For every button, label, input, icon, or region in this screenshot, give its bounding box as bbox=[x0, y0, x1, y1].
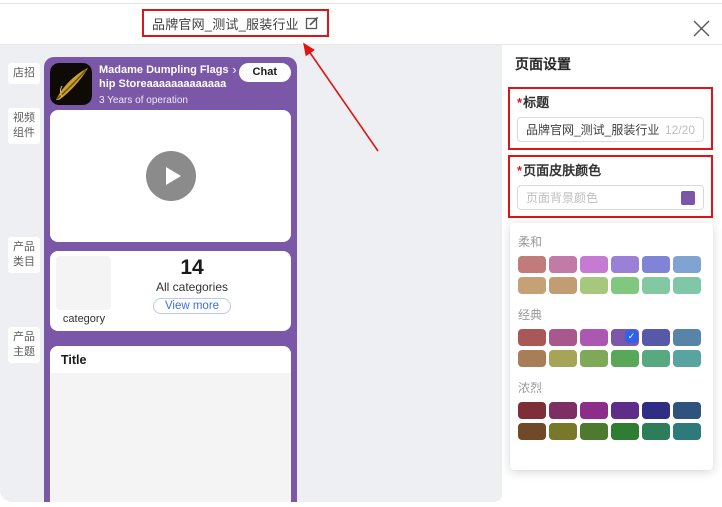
color-swatch[interactable] bbox=[611, 277, 639, 294]
color-swatch[interactable]: ✓ bbox=[611, 329, 639, 346]
component-label-product-category: 产品 类目 bbox=[8, 237, 40, 273]
color-swatch[interactable] bbox=[642, 423, 670, 440]
color-swatch[interactable] bbox=[518, 277, 546, 294]
chat-button[interactable]: Chat bbox=[239, 63, 291, 82]
store-subtitle: 3 Years of operation bbox=[99, 95, 291, 106]
settings-heading: 页面设置 bbox=[515, 54, 709, 74]
color-swatch[interactable] bbox=[518, 402, 546, 419]
color-swatch[interactable] bbox=[549, 423, 577, 440]
store-header: Madame Dumpling Flagship Storeaaaaaaaaaa… bbox=[50, 62, 291, 110]
label-line: 主题 bbox=[13, 345, 35, 360]
color-swatch[interactable] bbox=[549, 402, 577, 419]
store-logo bbox=[50, 63, 92, 105]
skin-color-label: *页面皮肤颜色 bbox=[517, 160, 704, 179]
page-title-annotation-box: 品牌官网_测试_服装行业 bbox=[142, 9, 329, 37]
color-swatch[interactable] bbox=[549, 350, 577, 367]
check-icon: ✓ bbox=[625, 330, 638, 343]
title-field-annotation-box: *标题 品牌官网_测试_服装行业 12/20 bbox=[508, 87, 713, 150]
title-input[interactable]: 品牌官网_测试_服装行业 12/20 bbox=[517, 117, 704, 142]
label-line: 组件 bbox=[13, 126, 35, 141]
color-swatch[interactable] bbox=[673, 423, 701, 440]
color-swatch[interactable] bbox=[642, 256, 670, 273]
palette-section-label: 经典 bbox=[518, 294, 707, 323]
view-more-button[interactable]: View more bbox=[153, 298, 231, 314]
char-counter: 12/20 bbox=[665, 123, 695, 137]
skin-color-label-text: 页面皮肤颜色 bbox=[523, 163, 601, 178]
color-swatch[interactable] bbox=[673, 402, 701, 419]
settings-panel: 页面设置 *标题 品牌官网_测试_服装行业 12/20 *页面皮肤颜色 页面背景… bbox=[502, 45, 722, 507]
color-swatch[interactable] bbox=[642, 277, 670, 294]
color-swatch[interactable] bbox=[549, 329, 577, 346]
dialog-header: 品牌官网_测试_服装行业 bbox=[0, 4, 722, 45]
label-line: 视频 bbox=[13, 111, 35, 126]
color-swatch[interactable] bbox=[580, 423, 608, 440]
theme-title: Title bbox=[50, 346, 291, 373]
color-swatch[interactable] bbox=[518, 256, 546, 273]
component-label-product-theme: 产品 主题 bbox=[8, 327, 40, 363]
color-swatch[interactable] bbox=[580, 256, 608, 273]
color-swatch[interactable] bbox=[518, 350, 546, 367]
close-icon[interactable] bbox=[690, 17, 712, 39]
color-swatch[interactable] bbox=[518, 329, 546, 346]
page-title: 品牌官网_测试_服装行业 bbox=[152, 14, 299, 33]
color-swatch[interactable] bbox=[642, 350, 670, 367]
color-swatch[interactable] bbox=[673, 277, 701, 294]
play-triangle bbox=[166, 167, 181, 185]
color-swatch[interactable] bbox=[673, 329, 701, 346]
label-line: 类目 bbox=[13, 255, 35, 270]
label-line: 店招 bbox=[13, 66, 35, 81]
page-settings-dialog: 品牌官网_测试_服装行业 店招 视频 组件 产品 类目 bbox=[0, 0, 722, 507]
skin-color-input[interactable]: 页面背景颜色 bbox=[517, 185, 704, 210]
palette-grid bbox=[518, 256, 707, 294]
phone-preview: Madame Dumpling Flagship Storeaaaaaaaaaa… bbox=[44, 57, 297, 502]
title-input-value: 品牌官网_测试_服装行业 bbox=[526, 121, 665, 138]
play-icon[interactable] bbox=[146, 151, 196, 201]
color-swatch[interactable] bbox=[673, 256, 701, 273]
color-swatch[interactable] bbox=[611, 350, 639, 367]
color-swatch[interactable] bbox=[611, 402, 639, 419]
video-component bbox=[50, 110, 291, 242]
palette-grid bbox=[518, 402, 707, 440]
product-theme-component: Title bbox=[50, 346, 291, 502]
store-name: Madame Dumpling Flagship Storeaaaaaaaaaa… bbox=[99, 63, 230, 92]
required-asterisk: * bbox=[517, 163, 522, 178]
all-categories-label: All categories bbox=[156, 280, 228, 294]
label-line: 产品 bbox=[13, 330, 35, 345]
edit-icon[interactable] bbox=[305, 16, 319, 30]
palette-section-label: 浓烈 bbox=[518, 367, 707, 396]
component-label-video: 视频 组件 bbox=[8, 108, 40, 144]
color-swatch[interactable] bbox=[549, 256, 577, 273]
color-swatch[interactable] bbox=[673, 350, 701, 367]
color-swatch[interactable] bbox=[611, 423, 639, 440]
theme-body-placeholder bbox=[50, 373, 291, 502]
color-swatch[interactable] bbox=[518, 423, 546, 440]
required-asterisk: * bbox=[517, 95, 522, 110]
category-image-placeholder bbox=[56, 256, 111, 310]
color-swatch[interactable] bbox=[611, 256, 639, 273]
color-swatch[interactable] bbox=[549, 277, 577, 294]
color-swatch[interactable] bbox=[580, 402, 608, 419]
palette-grid: ✓ bbox=[518, 329, 707, 367]
skin-color-annotation-box: *页面皮肤颜色 页面背景颜色 bbox=[508, 155, 713, 218]
skin-color-placeholder: 页面背景颜色 bbox=[526, 189, 681, 206]
category-caption: category bbox=[56, 313, 112, 325]
page-preview-area: 店招 视频 组件 产品 类目 产品 主题 bbox=[0, 45, 502, 502]
title-field-label: *标题 bbox=[517, 92, 704, 111]
title-field-label-text: 标题 bbox=[523, 95, 549, 110]
color-palette-dropdown: 柔和经典 ✓ 浓烈 bbox=[510, 223, 713, 470]
component-label-storefront: 店招 bbox=[8, 63, 40, 84]
color-swatch[interactable] bbox=[642, 329, 670, 346]
color-swatch[interactable] bbox=[642, 402, 670, 419]
color-swatch[interactable] bbox=[580, 350, 608, 367]
color-swatch[interactable] bbox=[580, 277, 608, 294]
palette-section-label: 柔和 bbox=[518, 223, 707, 250]
color-swatch[interactable] bbox=[580, 329, 608, 346]
product-category-component: category 14 All categories View more bbox=[50, 251, 291, 331]
label-line: 产品 bbox=[13, 240, 35, 255]
category-count: 14 bbox=[180, 256, 203, 279]
chevron-right-icon[interactable]: › bbox=[232, 63, 236, 77]
selected-color-chip bbox=[681, 191, 695, 205]
